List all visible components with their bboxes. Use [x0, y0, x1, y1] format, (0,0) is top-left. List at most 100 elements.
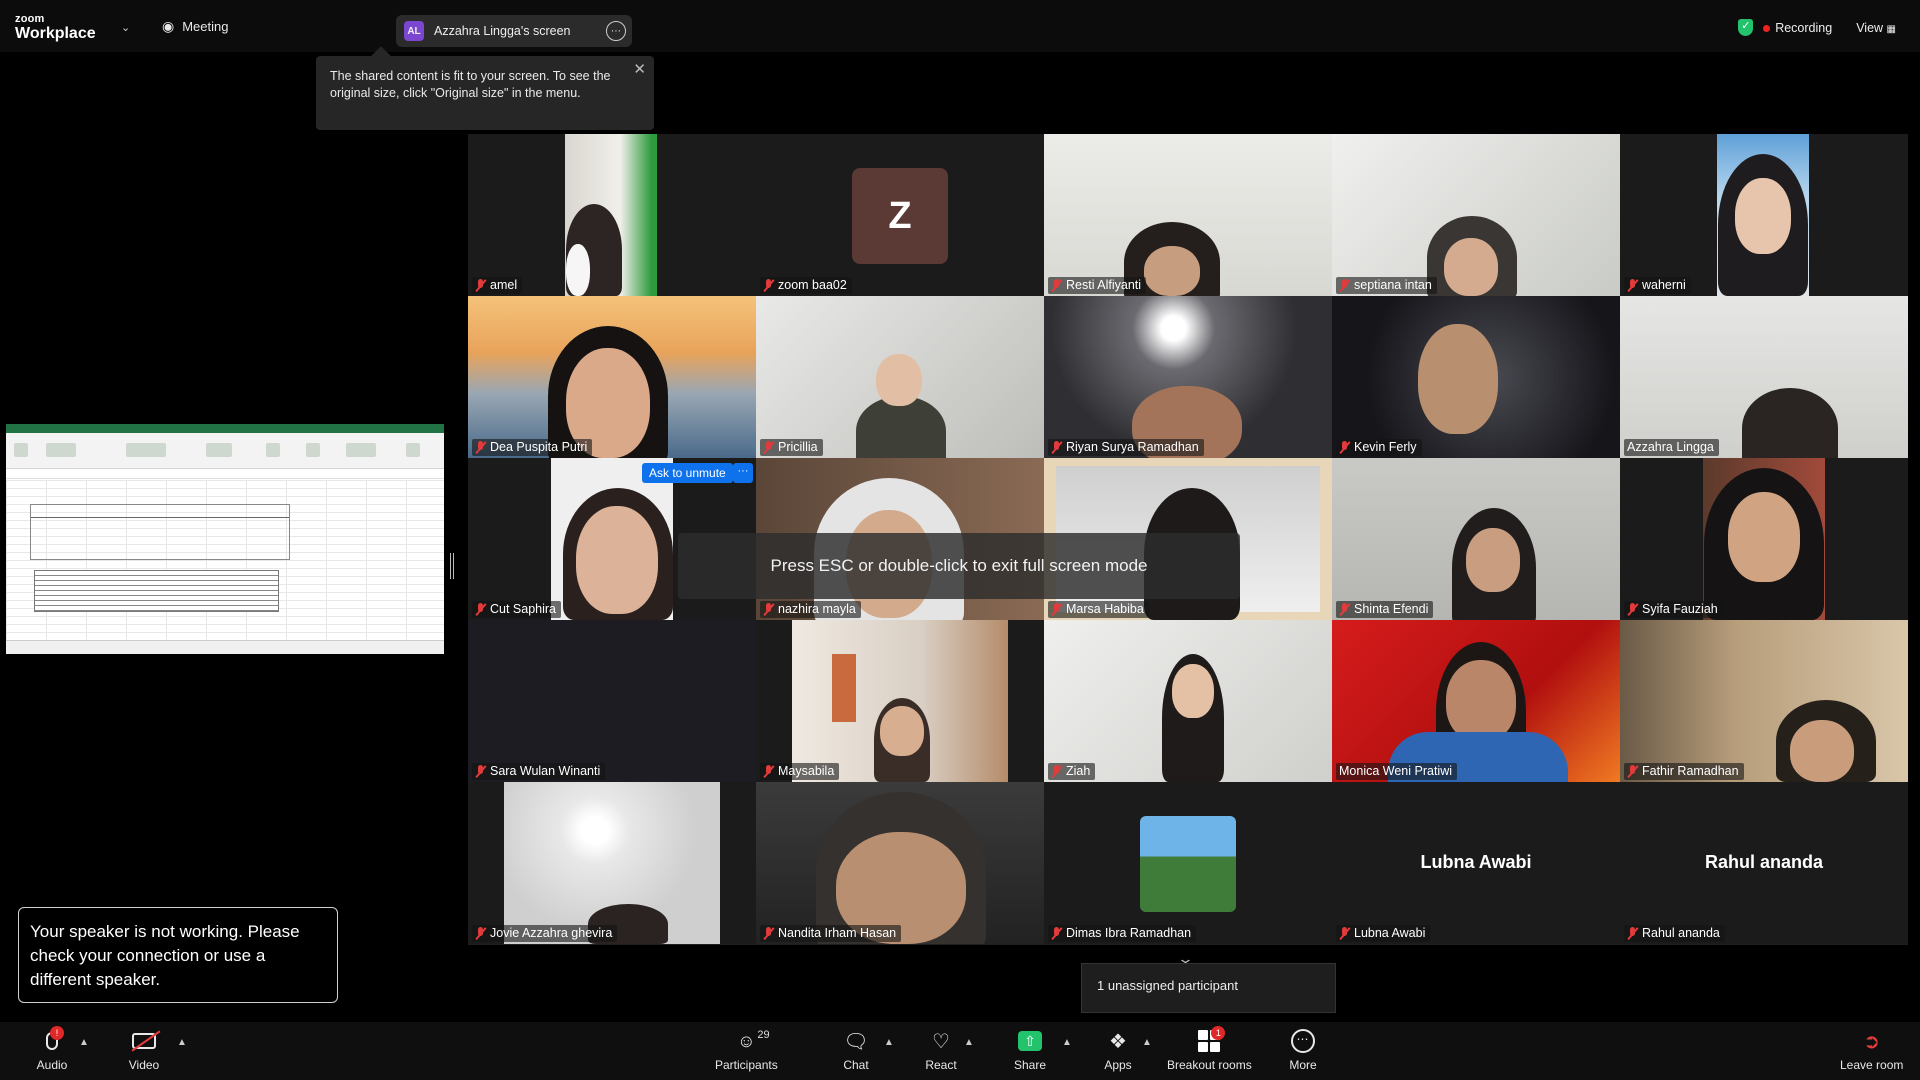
- top-bar: zoom Workplace ⌄ ◉ Meeting AL Azzahra Li…: [0, 0, 1920, 52]
- mic-muted-icon: [763, 603, 774, 616]
- participant-tile[interactable]: Riyan Surya Ramadhan: [1044, 296, 1332, 458]
- mic-muted-icon: [1627, 765, 1638, 778]
- participant-name: Nandita Irham Hasan: [760, 925, 902, 942]
- apps-label: Apps: [1104, 1058, 1132, 1072]
- chat-button[interactable]: 🗨 Chat: [840, 1028, 872, 1073]
- view-button[interactable]: View ▦: [1856, 21, 1896, 35]
- recording-indicator[interactable]: Recording: [1763, 21, 1832, 35]
- participant-name: Dimas Ibra Ramadhan: [1048, 925, 1197, 942]
- participant-name: Pricillia: [760, 439, 823, 456]
- participant-tile[interactable]: Sara Wulan Winanti: [468, 620, 756, 782]
- participant-more-button[interactable]: ···: [733, 463, 753, 483]
- meeting-label: Meeting: [182, 19, 229, 34]
- participant-tile[interactable]: amel: [468, 134, 756, 296]
- people-icon: ◉: [162, 18, 175, 34]
- participant-tile[interactable]: Monica Weni Pratiwi: [1332, 620, 1620, 782]
- participant-tile[interactable]: Dea Puspita Putri: [468, 296, 756, 458]
- mic-muted-icon: [1627, 279, 1638, 292]
- shared-screen-pill[interactable]: AL Azzahra Lingga's screen ⋯: [396, 15, 632, 47]
- camera-feed: [1144, 246, 1200, 296]
- ask-to-unmute-button[interactable]: Ask to unmute: [642, 463, 733, 483]
- chevron-down-icon[interactable]: ⌄: [121, 21, 130, 34]
- participant-name: Syifa Fauziah: [1624, 601, 1723, 618]
- participant-name: Shinta Efendi: [1336, 601, 1434, 618]
- participant-tile[interactable]: Pricillia: [756, 296, 1044, 458]
- camera-feed: [1735, 178, 1791, 254]
- participant-display-name: Lubna Awabi: [1420, 852, 1532, 872]
- zoom-workplace-logo[interactable]: zoom Workplace: [15, 14, 96, 42]
- chat-label: Chat: [843, 1058, 869, 1072]
- chat-options-caret-icon[interactable]: ▲: [884, 1037, 894, 1048]
- mic-muted-icon: [1627, 603, 1638, 616]
- participant-tile[interactable]: Kevin Ferly: [1332, 296, 1620, 458]
- shared-screen-label: Azzahra Lingga's screen: [434, 24, 571, 38]
- video-button[interactable]: Video: [128, 1028, 160, 1072]
- participant-tile[interactable]: Lubna Awabi Lubna Awabi: [1332, 782, 1620, 944]
- participant-name: Sara Wulan Winanti: [472, 763, 606, 780]
- participant-name: Maysabila: [760, 763, 840, 780]
- audio-options-caret-icon[interactable]: ▲: [79, 1037, 89, 1048]
- breakout-rooms-icon: 1: [1193, 1026, 1226, 1054]
- shared-screen-content[interactable]: [6, 424, 444, 654]
- breakout-rooms-button[interactable]: 1 Breakout rooms: [1167, 1026, 1252, 1072]
- participant-tile[interactable]: Nandita Irham Hasan: [756, 782, 1044, 944]
- security-shield-icon[interactable]: [1738, 19, 1754, 36]
- react-button[interactable]: ♡ React: [925, 1028, 957, 1073]
- more-button[interactable]: ⋯ More: [1287, 1028, 1319, 1072]
- audio-button[interactable]: ! Audio: [36, 1026, 68, 1072]
- breakout-badge: 1: [1211, 1026, 1226, 1040]
- leave-room-button[interactable]: ➲ Leave room: [1840, 1028, 1904, 1073]
- participant-tile[interactable]: Jovie Azzahra ghevira: [468, 782, 756, 944]
- participant-tile[interactable]: Dimas Ibra Ramadhan: [1044, 782, 1332, 944]
- apps-options-caret-icon[interactable]: ▲: [1142, 1037, 1152, 1048]
- close-icon[interactable]: ✕: [633, 61, 646, 78]
- video-off-icon: [128, 1028, 160, 1054]
- camera-feed: [1728, 492, 1800, 582]
- camera-feed: [1172, 664, 1214, 718]
- mic-muted-icon: [475, 279, 486, 292]
- participant-name: Kevin Ferly: [1336, 439, 1422, 456]
- meeting-info-button[interactable]: ◉ Meeting: [162, 18, 228, 35]
- participant-tile[interactable]: septiana intan: [1332, 134, 1620, 296]
- participant-tile[interactable]: Shinta Efendi: [1332, 458, 1620, 620]
- video-options-caret-icon[interactable]: ▲: [177, 1037, 187, 1048]
- share-options-icon[interactable]: ⋯: [606, 21, 626, 41]
- mic-muted-icon: [475, 927, 486, 940]
- participant-name: Riyan Surya Ramadhan: [1048, 439, 1204, 456]
- camera-feed: [576, 506, 658, 614]
- participant-name: Fathir Ramadhan: [1624, 763, 1744, 780]
- participant-tile[interactable]: Rahul ananda Rahul ananda: [1620, 782, 1908, 944]
- audio-label: Audio: [36, 1058, 68, 1072]
- participants-count: 29: [757, 1029, 770, 1041]
- participant-name: Dea Puspita Putri: [472, 439, 593, 456]
- leave-room-label: Leave room: [1840, 1058, 1904, 1072]
- participant-tile[interactable]: Z zoom baa02: [756, 134, 1044, 296]
- share-button[interactable]: ⇧ Share: [1014, 1028, 1046, 1072]
- camera-feed: [1790, 720, 1854, 782]
- participant-tile-active-speaker[interactable]: Azzahra Lingga: [1620, 296, 1908, 458]
- participant-tile[interactable]: Maysabila: [756, 620, 1044, 782]
- logo-line1: zoom: [15, 13, 45, 25]
- participant-tile[interactable]: Resti Alfiyanti: [1044, 134, 1332, 296]
- participant-tile[interactable]: Syifa Fauziah: [1620, 458, 1908, 620]
- more-icon: ⋯: [1287, 1028, 1319, 1054]
- avatar: [1140, 816, 1236, 912]
- share-options-caret-icon[interactable]: ▲: [1062, 1037, 1072, 1048]
- participant-tile[interactable]: waherni: [1620, 134, 1908, 296]
- participant-name: Marsa Habiba: [1048, 601, 1149, 618]
- mic-muted-icon: [1339, 279, 1350, 292]
- react-options-caret-icon[interactable]: ▲: [964, 1037, 974, 1048]
- splitter-handle[interactable]: [450, 553, 454, 579]
- participant-tile[interactable]: Ziah: [1044, 620, 1332, 782]
- participants-label: Participants: [715, 1058, 778, 1072]
- participant-tile[interactable]: Fathir Ramadhan: [1620, 620, 1908, 782]
- mic-muted-icon: [475, 441, 486, 454]
- participant-name: Rahul ananda: [1624, 925, 1725, 942]
- unassigned-participant-popup[interactable]: 1 unassigned participant: [1081, 963, 1336, 1013]
- participants-button[interactable]: ☺ 29 Participants: [715, 1028, 778, 1072]
- camera-feed: [880, 706, 924, 756]
- apps-button[interactable]: ❖ Apps: [1102, 1028, 1134, 1073]
- recording-label: Recording: [1775, 20, 1833, 35]
- participant-name: Resti Alfiyanti: [1048, 277, 1147, 294]
- mic-muted-icon: [1051, 927, 1062, 940]
